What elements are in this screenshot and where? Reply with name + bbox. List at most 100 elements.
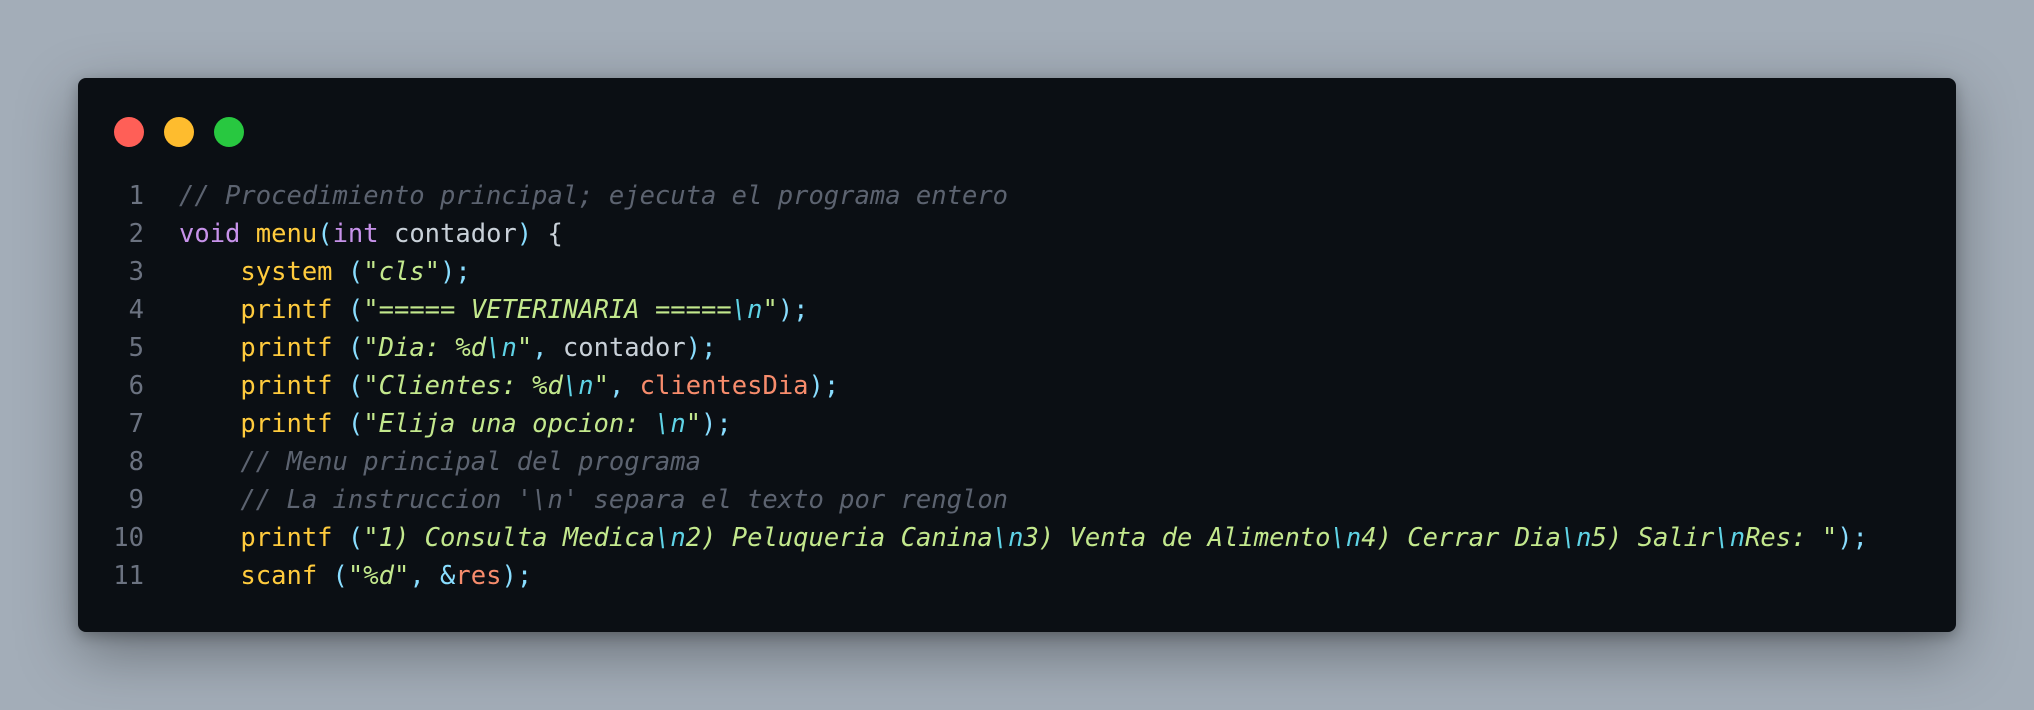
code-token: \n [562, 371, 594, 401]
maximize-button[interactable] [214, 117, 244, 147]
code-text: system ("cls"); [179, 253, 471, 291]
code-token: // Procedimiento principal; ejecuta el p… [179, 181, 1009, 211]
code-token: \n [486, 333, 517, 363]
code-token: { [532, 219, 563, 249]
code-token: 3) Venta de Alimento [1023, 523, 1331, 553]
code-token: res [455, 561, 502, 591]
code-token: \n [1330, 523, 1362, 553]
code-token: " [593, 371, 609, 401]
code-token: ); [501, 561, 533, 591]
code-token: printf [240, 523, 333, 553]
code-token: printf [240, 371, 333, 401]
code-token: " [685, 409, 702, 439]
code-token: ); [440, 257, 471, 287]
code-text: // Menu principal del programa [179, 443, 701, 481]
code-line: 9 // La instruccion '\n' separa el texto… [78, 481, 1956, 519]
line-number: 7 [128, 409, 144, 439]
code-token: & [440, 561, 456, 591]
code-token: "%d" [347, 561, 410, 591]
code-text: printf ("Clientes: %d\n", clientesDia); [179, 367, 839, 405]
code-token: 4) Cerrar Dia [1361, 523, 1561, 553]
code-token: "Clientes: %d [363, 371, 563, 401]
code-token: 2) Peluqueria Canina [685, 523, 993, 553]
line-number: 6 [128, 371, 144, 401]
code-text: scanf ("%d", &res); [179, 557, 532, 595]
code-line: 5 printf ("Dia: %d\n", contador); [78, 329, 1956, 367]
code-line: 2 void menu(int contador) { [78, 215, 1956, 253]
code-token: \n [992, 523, 1024, 553]
close-button[interactable] [114, 117, 144, 147]
code-token: ( [317, 561, 348, 591]
line-number: 3 [128, 257, 144, 287]
code-token: , [409, 561, 441, 591]
code-line: 8 // Menu principal del programa [78, 443, 1956, 481]
code-block[interactable]: 1 // Procedimiento principal; ejecuta el … [78, 177, 1956, 595]
code-line: 6 printf ("Clientes: %d\n", clientesDia)… [78, 367, 1956, 405]
code-token: ( [332, 333, 364, 363]
code-token: "Dia: %d [363, 333, 487, 363]
code-token: ( [332, 409, 364, 439]
code-text: printf ("Elija una opcion: \n"); [179, 405, 731, 443]
code-token: contador [378, 219, 517, 249]
code-window: 1 // Procedimiento principal; ejecuta el … [78, 78, 1956, 632]
code-line: 3 system ("cls"); [78, 253, 1956, 291]
code-token: printf [240, 333, 333, 363]
code-token: int [332, 219, 379, 249]
line-number: 9 [128, 485, 144, 515]
code-token: " [516, 333, 533, 363]
code-token: 5) Salir [1591, 523, 1715, 553]
code-text: // La instruccion '\n' separa el texto p… [179, 481, 1008, 519]
code-token: ( [317, 219, 333, 249]
code-token: ); [808, 371, 840, 401]
line-number: 1 [128, 181, 144, 211]
code-text: printf ("1) Consulta Medica\n2) Peluquer… [179, 519, 1868, 557]
code-line: 10 printf ("1) Consulta Medica\n2) Peluq… [78, 519, 1956, 557]
code-token: ( [332, 371, 364, 401]
line-number: 2 [128, 219, 144, 249]
code-token: , [532, 333, 563, 363]
code-token: printf [240, 295, 333, 325]
code-text: void menu(int contador) { [179, 215, 563, 253]
code-token: clientesDia [639, 371, 809, 401]
code-token: Res: " [1745, 523, 1838, 553]
code-token: , [608, 371, 640, 401]
code-line: 11 scanf ("%d", &res); [78, 557, 1956, 595]
code-line: 7 printf ("Elija una opcion: \n"); [78, 405, 1956, 443]
code-token: \n [654, 409, 686, 439]
code-token: "Elija una opcion: [363, 409, 655, 439]
code-token: scanf [240, 561, 318, 591]
code-token: ); [685, 333, 717, 363]
line-number: 4 [128, 295, 144, 325]
code-token: \n [731, 295, 763, 325]
code-token: \n [1714, 523, 1746, 553]
code-token: menu [255, 219, 318, 249]
code-token: contador [562, 333, 686, 363]
code-token: ); [1837, 523, 1868, 553]
code-token: \n [1560, 523, 1592, 553]
code-text: printf ("Dia: %d\n", contador); [179, 329, 716, 367]
code-token: ) [516, 219, 533, 249]
code-token: "cls" [363, 257, 441, 287]
code-token: ( [332, 257, 364, 287]
code-token: ); [777, 295, 809, 325]
code-line: 1 // Procedimiento principal; ejecuta el … [78, 177, 1956, 215]
code-token: printf [240, 409, 333, 439]
code-line: 4 printf ("===== VETERINARIA =====\n"); [78, 291, 1956, 329]
line-number: 5 [128, 333, 144, 363]
code-token: ( [332, 295, 364, 325]
minimize-button[interactable] [164, 117, 194, 147]
code-token: system [240, 257, 333, 287]
code-text: // Procedimiento principal; ejecuta el p… [179, 177, 1008, 215]
code-token: ( [332, 523, 364, 553]
code-token: "===== VETERINARIA ===== [363, 295, 732, 325]
